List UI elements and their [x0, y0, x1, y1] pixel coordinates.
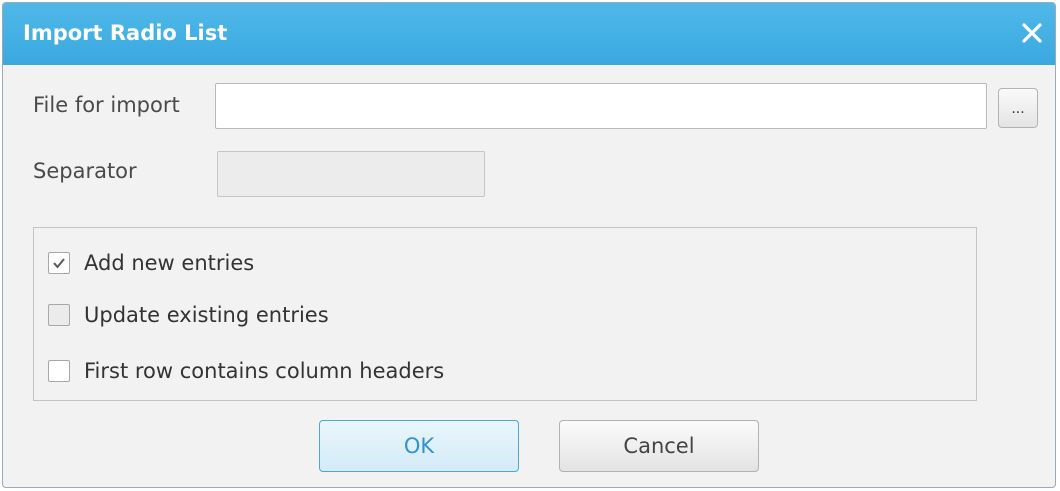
- separator-label: Separator: [33, 159, 137, 183]
- import-radio-list-dialog: Import Radio List File for import ... Se…: [2, 2, 1056, 488]
- cancel-button[interactable]: Cancel: [559, 420, 759, 472]
- browse-button[interactable]: ...: [998, 88, 1038, 128]
- add-new-entries-checkbox[interactable]: [48, 252, 70, 274]
- file-for-import-input[interactable]: [215, 83, 987, 129]
- add-new-entries-label: Add new entries: [84, 251, 255, 275]
- import-options-group: Add new entries Update existing entries …: [33, 227, 977, 401]
- close-icon: [1017, 17, 1047, 49]
- separator-input: [217, 151, 485, 197]
- update-existing-entries-checkbox[interactable]: [48, 304, 70, 326]
- close-button[interactable]: [1017, 17, 1047, 49]
- first-row-headers-label: First row contains column headers: [84, 359, 445, 383]
- title-bar: Import Radio List: [3, 3, 1055, 65]
- dialog-title: Import Radio List: [23, 21, 228, 45]
- first-row-headers-checkbox[interactable]: [48, 360, 70, 382]
- update-existing-entries-label: Update existing entries: [84, 303, 329, 327]
- ok-button[interactable]: OK: [319, 420, 519, 472]
- file-for-import-label: File for import: [33, 93, 180, 117]
